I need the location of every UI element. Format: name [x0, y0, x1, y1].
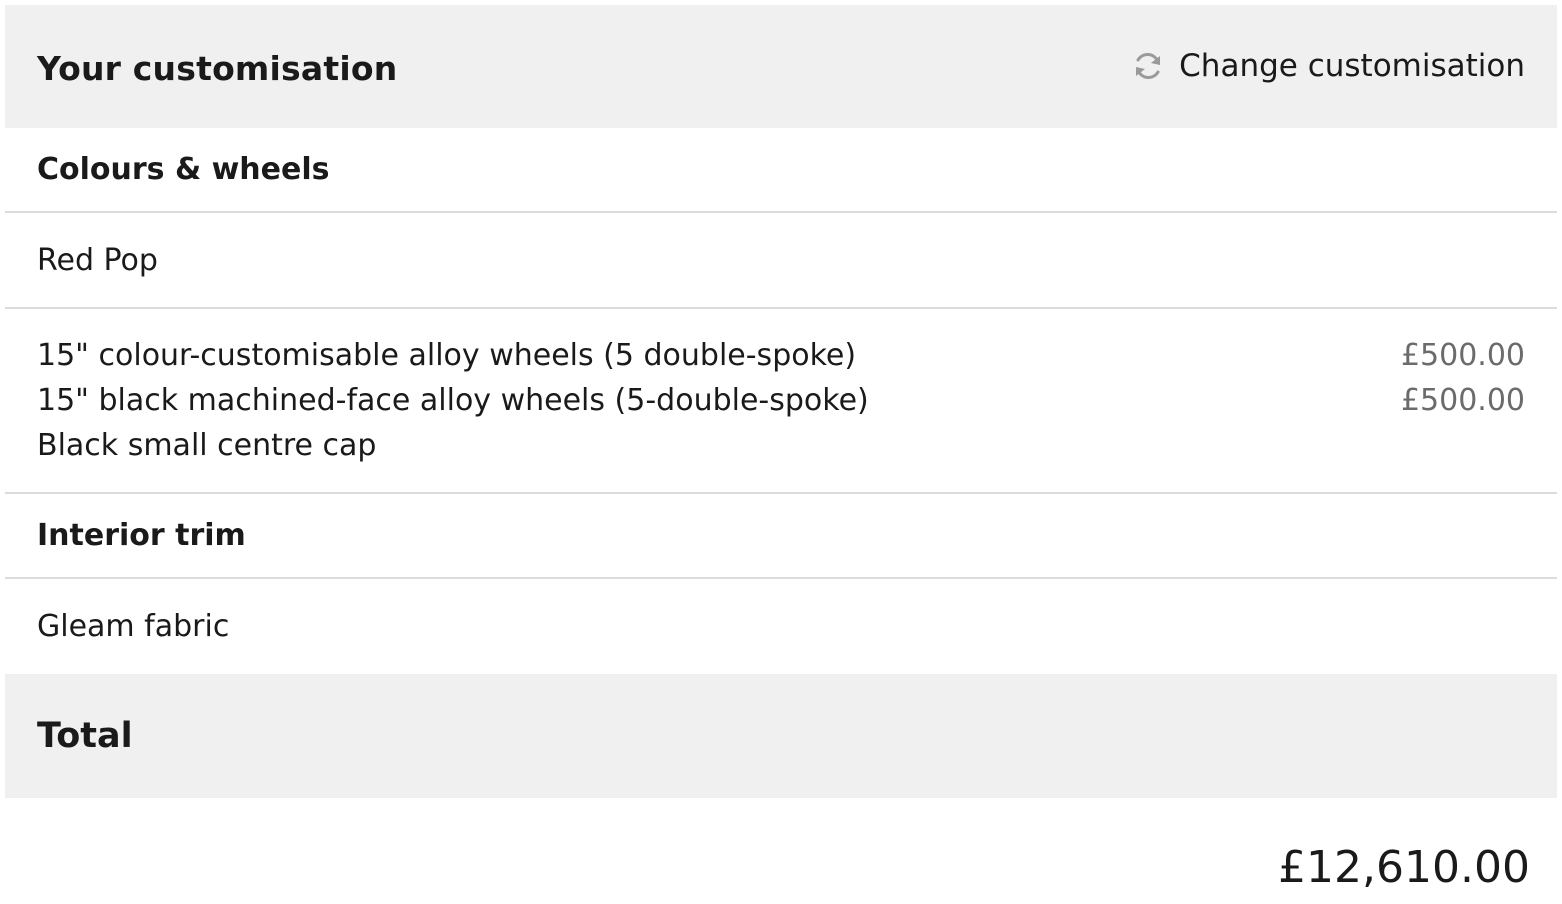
interior-row: Gleam fabric: [5, 579, 1557, 674]
line-item-price: £500.00: [1400, 338, 1525, 373]
customisation-summary: Your customisation Change customisation …: [0, 0, 1562, 904]
wheels-row: 15" colour-customisable alloy wheels (5 …: [5, 309, 1557, 494]
change-customisation-link[interactable]: Change customisation: [1131, 48, 1525, 84]
line-item-name: 15" black machined-face alloy wheels (5-…: [37, 383, 869, 418]
paint-row: Red Pop: [5, 213, 1557, 309]
change-customisation-label[interactable]: Change customisation: [1179, 48, 1525, 84]
line-item-name: 15" colour-customisable alloy wheels (5 …: [37, 338, 857, 373]
line-item: 15" colour-customisable alloy wheels (5 …: [37, 333, 1525, 378]
paint-name: Red Pop: [37, 242, 158, 278]
customisation-header: Your customisation Change customisation: [5, 5, 1557, 128]
line-item: 15" black machined-face alloy wheels (5-…: [37, 378, 1525, 423]
line-item-name: Black small centre cap: [37, 428, 377, 463]
customisation-title: Your customisation: [37, 49, 398, 88]
interior-trim-heading: Interior trim: [5, 494, 1557, 579]
total-amount: £12,610.00: [1278, 842, 1530, 893]
colours-wheels-heading: Colours & wheels: [5, 128, 1557, 213]
total-label: Total: [37, 716, 133, 756]
total-bar: Total: [5, 674, 1557, 798]
line-item-price: £500.00: [1400, 383, 1525, 418]
customisation-panel: Your customisation Change customisation …: [5, 5, 1557, 798]
line-item: Black small centre cap: [37, 423, 1525, 468]
refresh-icon: [1136, 52, 1161, 79]
interior-item-name: Gleam fabric: [37, 609, 230, 644]
